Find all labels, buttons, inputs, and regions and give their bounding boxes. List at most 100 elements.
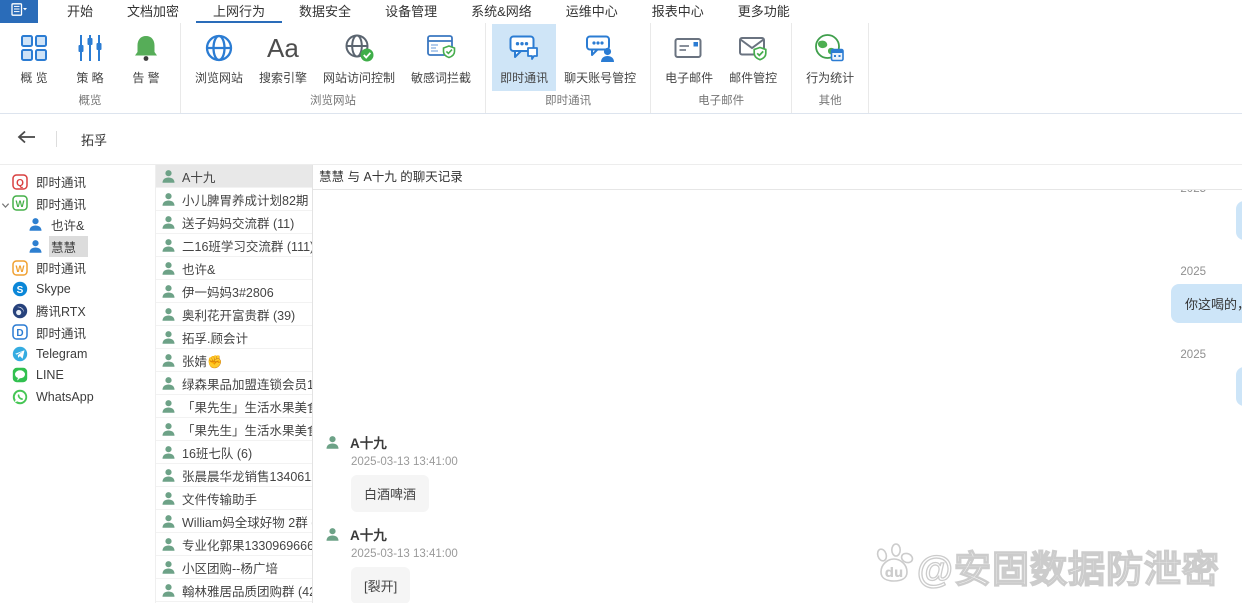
contact-row[interactable]: 也许&: [156, 257, 312, 280]
contact-row[interactable]: William妈全球好物 2群 (5...: [156, 510, 312, 533]
main-content: Q即时通讯W即时通讯也许&慧慧W即时通讯SSkype腾讯RTXD即时通讯Tele…: [0, 165, 1242, 603]
ribbon-group-buttons: 电子邮件邮件管控: [651, 23, 791, 91]
contact-row[interactable]: 伊一妈妈3#2806: [156, 280, 312, 303]
chat-record-title: 慧慧 与 A十九 的聊天记录: [313, 165, 1242, 190]
chat-account-icon: [584, 33, 616, 63]
ribbon-button-告警[interactable]: 告 警: [118, 24, 174, 91]
menu-tab-文档加密[interactable]: 文档加密: [110, 0, 196, 23]
sidebar-item-label: 即时通讯: [34, 171, 98, 192]
contact-label: 专业化郭果13309696668: [182, 535, 312, 554]
ribbon-button-行为统计[interactable]: 行为统计: [798, 24, 862, 91]
sidebar-item-即时通讯[interactable]: W即时通讯: [0, 257, 155, 279]
browse-globe-icon: [204, 33, 234, 63]
ribbon-group-buttons: 浏览网站 Aa搜索引擎网站访问控制敏感词拦截: [181, 23, 485, 91]
sidebar-item-WhatsApp[interactable]: WhatsApp: [0, 386, 155, 408]
message-outgoing: 2025昨晚: [325, 349, 1242, 406]
menu-tab-系统&网络[interactable]: 系统&网络: [454, 0, 549, 23]
contact-row[interactable]: 小儿脾胃养成计划82期 (120): [156, 188, 312, 211]
menu-tab-开始[interactable]: 开始: [50, 0, 110, 23]
message-outgoing: 2025 你这喝的，明天: [325, 266, 1242, 323]
sidebar-item-Skype[interactable]: S Skype: [0, 279, 155, 301]
green-user-icon: [161, 192, 176, 207]
ribbon-button-label: 浏览网站: [195, 69, 243, 86]
contact-row[interactable]: 「果先生」生活水果美食3...: [156, 418, 312, 441]
sidebar-item-label: Skype: [34, 281, 83, 297]
ribbon-button-网站访问控制[interactable]: 网站访问控制: [315, 24, 403, 91]
message-timestamp: 2025: [1180, 266, 1242, 278]
menu-tab-更多功能[interactable]: 更多功能: [721, 0, 807, 23]
menu-tab-设备管理[interactable]: 设备管理: [368, 0, 454, 23]
ribbon-button-浏览网站[interactable]: 浏览网站: [187, 24, 251, 91]
svg-text:Q: Q: [16, 178, 24, 189]
message-bubble: [裂开]: [351, 567, 410, 603]
ribbon-button-label: 即时通讯: [500, 69, 548, 86]
page-title: 拓孚: [81, 130, 107, 149]
contact-row[interactable]: 奥利花开富贵群 (39): [156, 303, 312, 326]
contact-row[interactable]: 二16班学习交流群 (111): [156, 234, 312, 257]
ribbon-button-即时通讯[interactable]: 即时通讯: [492, 24, 556, 91]
contact-list: A十九小儿脾胃养成计划82期 (120) 送子妈妈交流群 (11)二16班学习交流…: [156, 165, 313, 603]
contact-row[interactable]: 翰林雅居品质团购群 (420): [156, 579, 312, 602]
ribbon-button-label: 行为统计: [806, 69, 854, 86]
green-user-icon: [161, 514, 176, 529]
sidebar-item-也许&[interactable]: 也许&: [0, 214, 155, 236]
ribbon-button-聊天账号管控[interactable]: 聊天账号管控: [556, 24, 644, 91]
im-client-tree: Q即时通讯W即时通讯也许&慧慧W即时通讯SSkype腾讯RTXD即时通讯Tele…: [0, 165, 156, 603]
contact-row[interactable]: 16班七队 (6): [156, 441, 312, 464]
menu-tab-上网行为[interactable]: 上网行为: [196, 0, 282, 23]
ribbon-button-敏感词拦截[interactable]: 敏感词拦截: [403, 24, 479, 91]
svg-text:S: S: [17, 285, 24, 296]
contact-row[interactable]: A十九: [156, 165, 312, 188]
green-user-icon: [161, 376, 176, 391]
message-bubble: 你这喝的，明天: [1171, 284, 1242, 323]
ribbon-group-label: 浏览网站: [181, 91, 485, 113]
ribbon-group-buttons: 行为统计: [792, 23, 868, 91]
app-menu-button[interactable]: [0, 0, 38, 23]
ribbon-button-label: 聊天账号管控: [564, 69, 636, 86]
ribbon-button-电子邮件[interactable]: 电子邮件: [657, 24, 721, 91]
sidebar-item-腾讯RTX[interactable]: 腾讯RTX: [0, 300, 155, 322]
contact-label: 张婧✊: [182, 351, 223, 370]
contact-row[interactable]: 小区团购--杨广培: [156, 556, 312, 579]
dingtalk-icon: D: [12, 324, 28, 340]
contact-label: 绿森果品加盟连锁会员13...: [182, 374, 312, 393]
keyword-block-icon: [425, 33, 457, 63]
sidebar-item-Telegram[interactable]: Telegram: [0, 343, 155, 365]
ribbon-button-策略[interactable]: 策 略: [62, 24, 118, 91]
chevron-down-icon[interactable]: [1, 199, 10, 213]
contact-row[interactable]: 「果先生」生活水果美食3...: [156, 395, 312, 418]
contact-row[interactable]: 张婧✊: [156, 349, 312, 372]
menu-tab-报表中心[interactable]: 报表中心: [635, 0, 721, 23]
contact-row[interactable]: 文件传输助手: [156, 487, 312, 510]
message-outgoing: 2025正常: [325, 190, 1242, 240]
contact-row[interactable]: 绿森果品加盟连锁会员13...: [156, 372, 312, 395]
contact-label: 16班七队 (6): [182, 443, 252, 462]
contact-label: 小儿脾胃养成计划82期 (120): [182, 190, 312, 209]
user-icon: [28, 217, 43, 232]
menu-tab-数据安全[interactable]: 数据安全: [282, 0, 368, 23]
ribbon-button-搜索引擎[interactable]: Aa搜索引擎: [251, 24, 315, 91]
contact-label: 也许&: [182, 259, 215, 278]
sidebar-item-label: WhatsApp: [34, 389, 106, 405]
contact-row[interactable]: 专业化郭果13309696668: [156, 533, 312, 556]
ribbon-button-label: 策 略: [76, 69, 103, 86]
sidebar-item-LINE[interactable]: LINE: [0, 365, 155, 387]
sidebar-item-即时通讯[interactable]: W即时通讯: [0, 193, 155, 215]
sidebar-item-慧慧[interactable]: 慧慧: [0, 236, 155, 258]
sidebar-item-label: Telegram: [34, 346, 99, 362]
ribbon-button-概览[interactable]: 概 览: [6, 24, 62, 91]
sidebar-item-即时通讯[interactable]: Q 即时通讯: [0, 171, 155, 193]
back-button[interactable]: [16, 130, 36, 149]
contact-row[interactable]: 送子妈妈交流群 (11): [156, 211, 312, 234]
message-timestamp: 2025-03-13 13:41:00: [351, 548, 1242, 560]
sidebar-item-即时通讯[interactable]: D即时通讯: [0, 322, 155, 344]
app-menu-icon: [11, 3, 28, 21]
line-icon: [12, 367, 28, 383]
contact-row[interactable]: 张晨晨华龙销售13406127...: [156, 464, 312, 487]
contact-row[interactable]: 拓孚.顾会计: [156, 326, 312, 349]
ribbon-button-邮件管控[interactable]: 邮件管控: [721, 24, 785, 91]
menu-tab-运维中心[interactable]: 运维中心: [549, 0, 635, 23]
header-divider: [56, 131, 57, 147]
svg-text:D: D: [16, 328, 23, 339]
policy-sliders-icon: [75, 33, 105, 63]
